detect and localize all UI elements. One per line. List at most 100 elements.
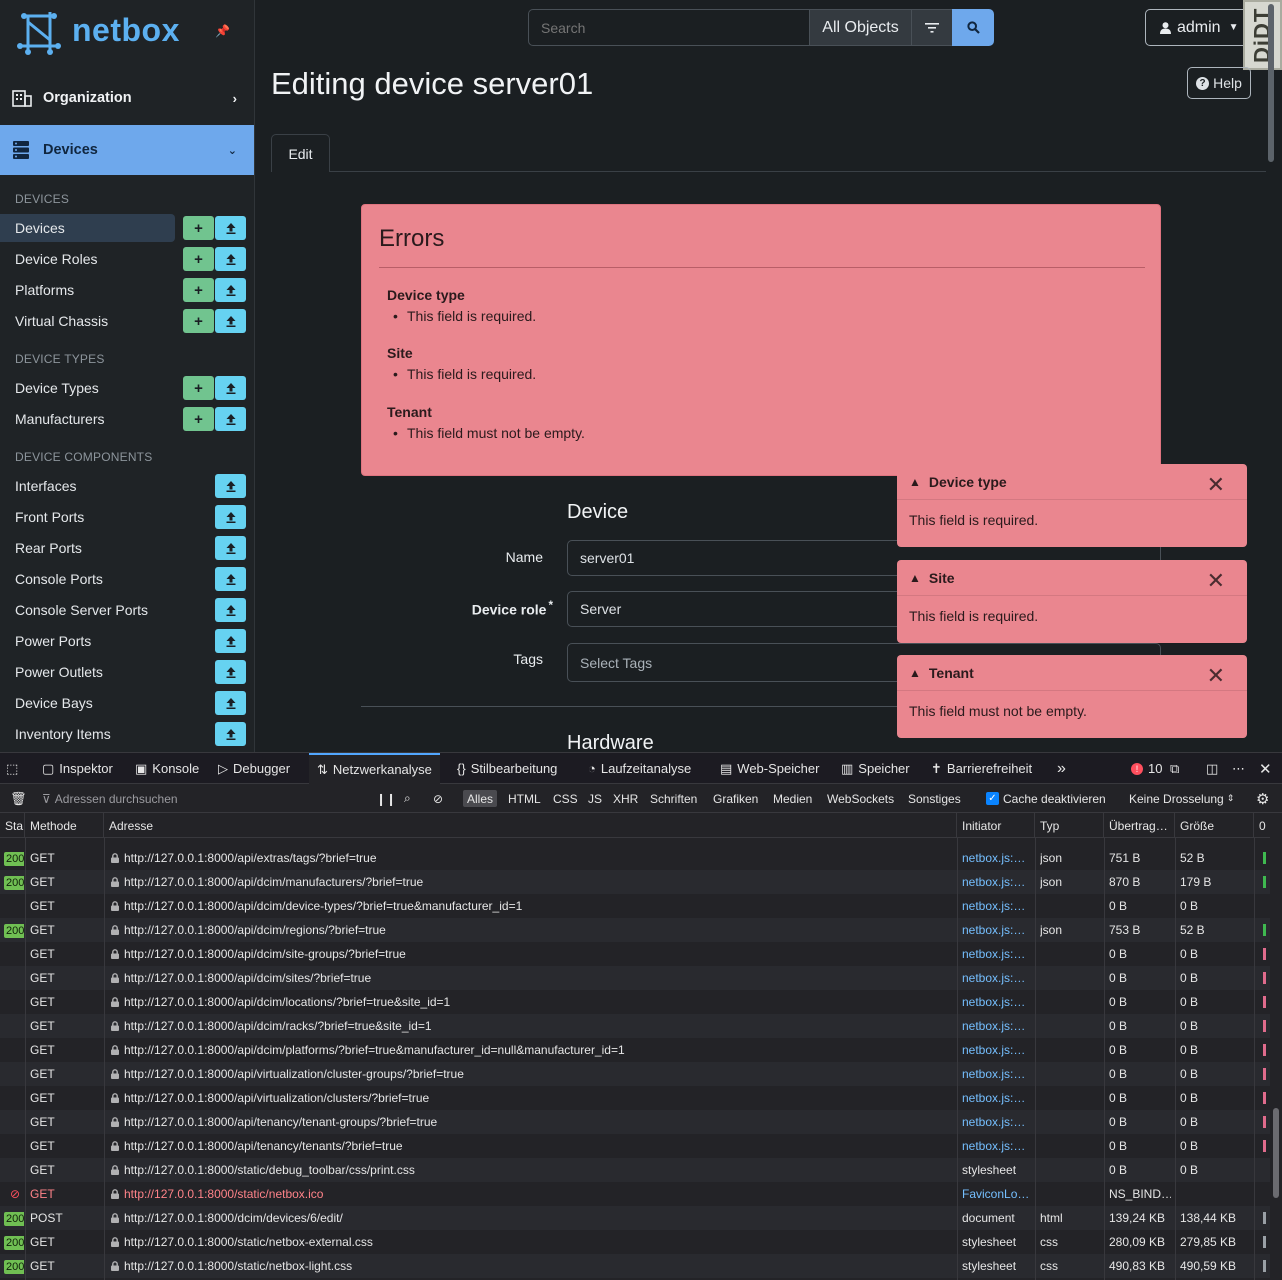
import-button[interactable] [215,505,246,529]
sidebar-item-power-outlets[interactable]: Power Outlets [0,658,254,686]
import-button[interactable] [215,407,246,431]
filter-media[interactable]: Medien [769,790,816,807]
col-type[interactable]: Typ [1035,813,1104,838]
add-button[interactable]: + [183,278,214,302]
sidebar-item-device-types[interactable]: Device Types + [0,374,254,402]
tab-accessibility[interactable]: ✝ Barrierefreiheit [931,753,1032,784]
add-button[interactable]: + [183,407,214,431]
add-button[interactable]: + [183,216,214,240]
add-button[interactable]: + [183,376,214,400]
import-button[interactable] [215,247,246,271]
import-button[interactable] [215,629,246,653]
initiator-cell[interactable]: netbox.js:… [962,942,1032,966]
col-url[interactable]: Adresse [104,813,957,838]
menu-organization[interactable]: Organization › [0,73,254,123]
import-button[interactable] [215,691,246,715]
tab-style-editor[interactable]: {} Stilbearbeitung [457,753,557,784]
initiator-cell[interactable]: stylesheet [962,1158,1032,1182]
search-icon[interactable]: ⌕ [400,790,415,807]
add-button[interactable]: + [183,247,214,271]
table-row[interactable]: 200 GET http://127.0.0.1:8000/static/netbo… [0,1254,1270,1278]
pin-icon[interactable]: 📌 [215,24,230,38]
table-row[interactable]: GET http://127.0.0.1:8000/api/virtualizat… [0,1062,1270,1086]
search-scope-select[interactable]: All Objects [809,9,912,46]
user-menu-button[interactable]: admin ▼ [1145,9,1248,46]
filter-fonts[interactable]: Schriften [646,790,701,807]
sidebar-item-devices[interactable]: Devices + [0,214,254,242]
tab-debugger[interactable]: ▷ Debugger [218,753,290,784]
network-scrollbar[interactable] [1270,838,1282,1280]
tab-console[interactable]: ▣ Konsole [135,753,199,784]
debug-toolbar-handle[interactable]: DjDT [1243,0,1282,70]
table-row[interactable]: 200 GET http://127.0.0.1:8000/api/dcim/reg… [0,918,1270,942]
sidebar-item-rear-ports[interactable]: Rear Ports [0,534,254,562]
initiator-cell[interactable]: FaviconLo… [962,1182,1032,1206]
col-method[interactable]: Methode [25,813,104,838]
page-scrollbar[interactable] [1268,4,1274,162]
tab-inspector[interactable]: ▢ Inspektor [42,753,113,784]
url-filter-input[interactable]: ⊽ Adressen durchsuchen [38,790,182,807]
responsive-design-icon[interactable]: ⧉ [1170,753,1179,784]
dock-icon[interactable]: ◫ [1206,753,1218,784]
disable-cache-checkbox[interactable]: ✓ Cache deaktivieren [982,790,1110,807]
initiator-cell[interactable]: netbox.js:… [962,1134,1032,1158]
filter-button[interactable] [911,9,953,46]
initiator-cell[interactable]: netbox.js:… [962,1086,1032,1110]
initiator-cell[interactable]: netbox.js:… [962,918,1032,942]
filter-other[interactable]: Sonstiges [904,790,965,807]
filter-xhr[interactable]: XHR [609,790,642,807]
table-row[interactable]: GET http://127.0.0.1:8000/api/tenancy/ten… [0,1134,1270,1158]
trash-icon[interactable]: 🗑 [6,790,31,807]
sidebar-item-virtual-chassis[interactable]: Virtual Chassis + [0,307,254,335]
close-devtools-icon[interactable]: ✕ [1259,753,1272,784]
import-button[interactable] [215,278,246,302]
element-picker-icon[interactable]: ⬚ [6,753,18,784]
close-icon[interactable]: ✕ [1207,472,1225,498]
sidebar-item-power-ports[interactable]: Power Ports [0,627,254,655]
pause-icon[interactable]: ❙❙ [372,790,400,807]
initiator-cell[interactable]: netbox.js:… [962,1038,1032,1062]
search-input[interactable] [528,9,810,46]
netbox-logo[interactable]: netbox [14,6,184,58]
col-waterfall[interactable]: 0 [1254,813,1270,838]
initiator-cell[interactable]: netbox.js:… [962,966,1032,990]
import-button[interactable] [215,376,246,400]
import-button[interactable] [215,536,246,560]
import-button[interactable] [215,722,246,746]
sidebar-item-platforms[interactable]: Platforms + [0,276,254,304]
import-button[interactable] [215,567,246,591]
initiator-cell[interactable]: netbox.js:… [962,990,1032,1014]
col-transferred[interactable]: Übertrag… [1104,813,1175,838]
filter-js[interactable]: JS [584,790,606,807]
initiator-cell[interactable]: stylesheet [962,1230,1032,1254]
scrollbar-thumb[interactable] [1273,1108,1279,1198]
table-row[interactable]: 200 GET http://127.0.0.1:8000/api/dcim/man… [0,870,1270,894]
tab-memory[interactable]: ▥ Speicher [841,753,910,784]
import-button[interactable] [215,309,246,333]
table-row[interactable]: GET http://127.0.0.1:8000/api/dcim/platfo… [0,1038,1270,1062]
table-row[interactable]: GET http://127.0.0.1:8000/api/virtualizat… [0,1086,1270,1110]
close-icon[interactable]: ✕ [1207,568,1225,594]
sidebar-item-console-server-ports[interactable]: Console Server Ports [0,596,254,624]
sidebar-item-device-bays[interactable]: Device Bays [0,689,254,717]
table-row[interactable]: ⊘ GET http://127.0.0.1:8000/static/netbox.… [0,1182,1270,1206]
block-icon[interactable]: ⊘ [429,790,447,807]
filter-websockets[interactable]: WebSockets [823,790,898,807]
tab-performance[interactable]: ◔ Laufzeitanalyse [588,753,691,784]
tab-network[interactable]: ⇅ Netzwerkanalyse [309,753,440,784]
help-button[interactable]: ? Help [1187,67,1251,99]
initiator-cell[interactable]: stylesheet [962,1254,1032,1278]
error-counter[interactable]: ! 10 [1131,753,1162,784]
add-button[interactable]: + [183,309,214,333]
col-initiator[interactable]: Initiator [957,813,1035,838]
sidebar-item-console-ports[interactable]: Console Ports [0,565,254,593]
sidebar-item-inventory-items[interactable]: Inventory Items [0,720,254,748]
filter-html[interactable]: HTML [504,790,545,807]
table-row[interactable]: GET http://127.0.0.1:8000/api/dcim/locati… [0,990,1270,1014]
initiator-cell[interactable]: netbox.js:… [962,1110,1032,1134]
table-row[interactable]: GET http://127.0.0.1:8000/api/dcim/racks/… [0,1014,1270,1038]
initiator-cell[interactable]: netbox.js:… [962,1014,1032,1038]
table-row[interactable]: GET http://127.0.0.1:8000/api/tenancy/ten… [0,1110,1270,1134]
close-icon[interactable]: ✕ [1207,663,1225,689]
table-row[interactable]: GET http://127.0.0.1:8000/api/dcim/device… [0,894,1270,918]
